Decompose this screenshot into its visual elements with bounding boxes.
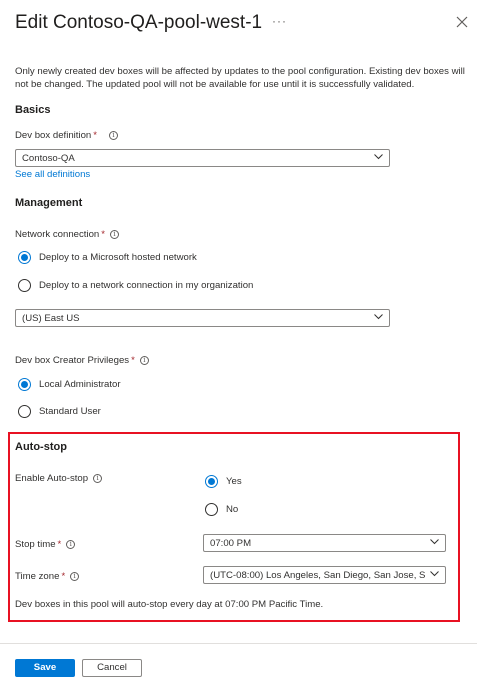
chevron-down-icon bbox=[430, 539, 439, 545]
network-connection-label: Network connection * i bbox=[15, 229, 119, 240]
radio-autostop-no-label: No bbox=[226, 504, 239, 515]
radio-autostop-no[interactable]: No bbox=[205, 503, 238, 516]
stop-time-label-text: Stop time bbox=[15, 539, 56, 550]
radio-autostop-yes[interactable]: Yes bbox=[205, 475, 242, 488]
required-marker: * bbox=[57, 539, 62, 550]
management-heading: Management bbox=[15, 197, 83, 209]
time-zone-value: (UTC-08:00) Los Angeles, San Diego, San … bbox=[210, 570, 425, 581]
radio-local-admin-label: Local Administrator bbox=[39, 379, 121, 390]
required-marker: * bbox=[61, 571, 66, 582]
required-marker: * bbox=[101, 229, 105, 240]
radio-unchecked-icon[interactable] bbox=[18, 405, 31, 418]
time-zone-dropdown[interactable]: (UTC-08:00) Los Angeles, San Diego, San … bbox=[203, 566, 446, 584]
required-marker: * bbox=[131, 355, 135, 366]
info-icon[interactable]: i bbox=[66, 539, 76, 549]
radio-org-network[interactable]: Deploy to a network connection in my org… bbox=[18, 279, 253, 292]
info-icon[interactable]: i bbox=[93, 473, 103, 483]
required-marker: * bbox=[93, 130, 97, 141]
enable-autostop-label: Enable Auto-stop i bbox=[15, 473, 103, 484]
chevron-down-icon bbox=[430, 571, 439, 577]
autostop-summary: Dev boxes in this pool will auto-stop ev… bbox=[15, 599, 324, 610]
radio-autostop-yes-label: Yes bbox=[226, 476, 242, 487]
radio-local-admin[interactable]: Local Administrator bbox=[18, 378, 121, 391]
stop-time-label: Stop time * i bbox=[15, 539, 76, 550]
panel-title: Edit Contoso-QA-pool-west-1 bbox=[15, 12, 263, 33]
info-icon[interactable]: i bbox=[70, 571, 80, 581]
autostop-heading: Auto-stop bbox=[15, 441, 67, 453]
chevron-down-icon bbox=[374, 154, 383, 160]
radio-standard-user-label: Standard User bbox=[39, 406, 101, 417]
stop-time-value: 07:00 PM bbox=[210, 538, 252, 549]
save-button[interactable]: Save bbox=[15, 659, 75, 677]
info-icon[interactable]: i bbox=[110, 229, 119, 239]
dev-box-definition-value: Contoso-QA bbox=[22, 153, 75, 164]
info-icon[interactable]: i bbox=[109, 130, 118, 140]
region-value: (US) East US bbox=[22, 313, 80, 324]
radio-checked-icon[interactable] bbox=[18, 251, 31, 264]
creator-privileges-label-text: Dev box Creator Privileges bbox=[15, 355, 130, 366]
radio-checked-icon[interactable] bbox=[18, 378, 31, 391]
chevron-down-icon bbox=[374, 314, 383, 320]
basics-heading: Basics bbox=[15, 104, 51, 116]
time-zone-label-text: Time zone bbox=[15, 571, 60, 582]
radio-unchecked-icon[interactable] bbox=[18, 279, 31, 292]
close-icon[interactable] bbox=[455, 15, 469, 29]
dev-box-definition-label-text: Dev box definition bbox=[15, 130, 92, 141]
radio-checked-icon[interactable] bbox=[205, 475, 218, 488]
autostop-highlight-box bbox=[8, 432, 460, 622]
radio-standard-user[interactable]: Standard User bbox=[18, 405, 101, 418]
radio-hosted-network[interactable]: Deploy to a Microsoft hosted network bbox=[18, 251, 197, 264]
cancel-button[interactable]: Cancel bbox=[82, 659, 142, 677]
stop-time-dropdown[interactable]: 07:00 PM bbox=[203, 534, 446, 552]
footer-divider bbox=[0, 643, 477, 644]
more-options-icon[interactable]: ··· bbox=[272, 14, 287, 28]
time-zone-label: Time zone * i bbox=[15, 571, 80, 582]
pool-update-notice: Only newly created dev boxes will be aff… bbox=[15, 66, 465, 90]
radio-org-network-label: Deploy to a network connection in my org… bbox=[39, 280, 254, 291]
radio-unchecked-icon[interactable] bbox=[205, 503, 218, 516]
enable-autostop-label-text: Enable Auto-stop bbox=[15, 473, 89, 484]
creator-privileges-label: Dev box Creator Privileges * i bbox=[15, 355, 149, 366]
info-icon[interactable]: i bbox=[139, 355, 149, 365]
network-connection-label-text: Network connection bbox=[15, 229, 100, 240]
radio-hosted-network-label: Deploy to a Microsoft hosted network bbox=[39, 252, 197, 263]
see-all-definitions-link[interactable]: See all definitions bbox=[15, 169, 90, 180]
dev-box-definition-dropdown[interactable]: Contoso-QA bbox=[15, 149, 390, 167]
dev-box-definition-label: Dev box definition * i bbox=[15, 130, 118, 141]
region-dropdown[interactable]: (US) East US bbox=[15, 309, 390, 327]
